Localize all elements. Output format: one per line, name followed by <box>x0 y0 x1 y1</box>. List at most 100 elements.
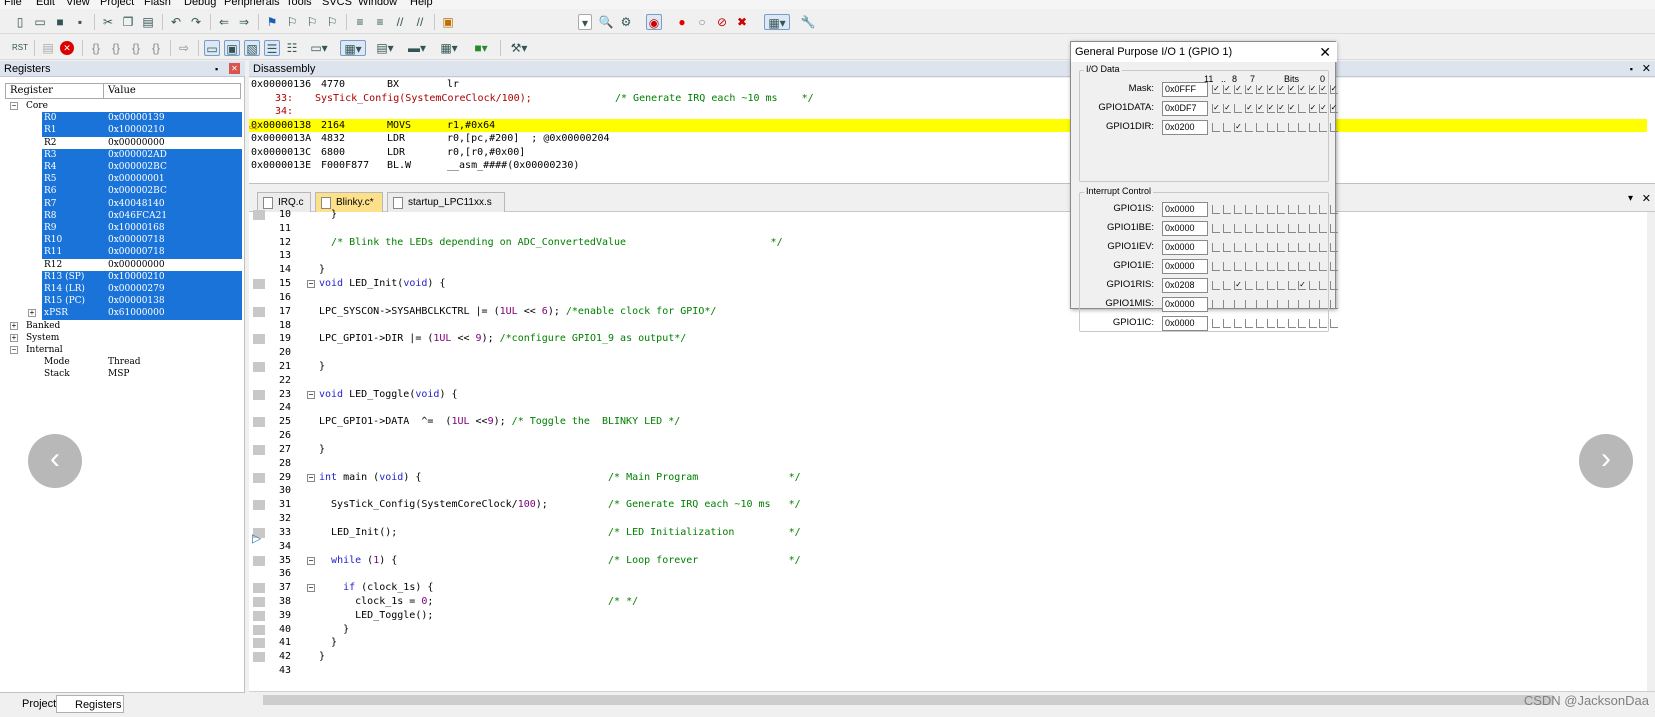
bit-checkbox[interactable] <box>1277 262 1285 271</box>
code-line[interactable]: 38 clock_1s = 0; /* */ <box>249 595 1629 609</box>
current-disasm-line[interactable]: 0x00000138 2164 MOVS r1,#0x64 <box>249 118 1647 132</box>
code-line[interactable]: 41 } <box>249 636 1629 650</box>
prev-arrow-icon[interactable]: ‹ <box>28 434 82 488</box>
disasm-line[interactable]: 34: <box>249 105 1647 119</box>
serial-window-dropdown-icon[interactable]: ▤▾ <box>372 40 398 56</box>
code-line[interactable]: 27} <box>249 443 1629 457</box>
bit-checkbox[interactable]: ✓ <box>1319 85 1327 94</box>
executable-line-marker[interactable] <box>253 444 265 455</box>
reset-icon[interactable]: RST <box>12 40 28 56</box>
register-row[interactable]: R7 0x40048140 <box>42 197 242 210</box>
executable-line-marker[interactable] <box>253 596 265 607</box>
fold-toggle-icon[interactable]: − <box>307 473 315 482</box>
bit-checkbox[interactable] <box>1223 123 1231 132</box>
bit-checkbox[interactable] <box>1287 281 1296 290</box>
bit-checkbox[interactable]: ✓ <box>1212 85 1220 94</box>
disasm-line[interactable]: 0x0000013C 6800 LDR r0,[r0,#0x00] <box>249 146 1647 160</box>
undo-icon[interactable]: ↶ <box>168 14 184 30</box>
bit-checkbox[interactable]: ✓ <box>1287 85 1296 94</box>
bit-checkbox[interactable] <box>1256 319 1264 328</box>
bit-checkbox[interactable] <box>1319 319 1327 328</box>
expand-toggle-icon[interactable]: + <box>10 333 18 342</box>
bit-checkbox[interactable] <box>1287 224 1296 233</box>
bit-checkbox[interactable]: ✓ <box>1329 85 1338 94</box>
run-icon[interactable]: ▤ <box>40 40 56 56</box>
bit-checkbox[interactable] <box>1329 262 1338 271</box>
call-stack-icon[interactable]: ☷ <box>284 40 300 56</box>
bit-checkbox[interactable] <box>1308 205 1317 214</box>
bit-checkbox[interactable] <box>1329 281 1338 290</box>
code-line[interactable]: 25 LPC_GPIO1->DATA ^= (1UL <<9); /* Toggl… <box>249 415 1629 429</box>
bit-checkbox[interactable] <box>1329 224 1338 233</box>
disable-breakpoint-icon[interactable]: ○ <box>694 14 710 30</box>
code-editor[interactable]: 10 } 11 12 /* Blink the LEDs depending on … <box>249 209 1647 691</box>
gpio-close-icon[interactable]: ✕ <box>1319 42 1331 62</box>
disasm-line[interactable]: 0x00000136 4770 BX lr <box>249 78 1647 92</box>
bit-checkbox[interactable]: ✓ <box>1234 281 1242 290</box>
bit-checkbox[interactable] <box>1298 262 1306 271</box>
bit-checkbox[interactable] <box>1319 243 1327 252</box>
register-row[interactable]: R10 0x00000718 <box>42 234 242 247</box>
code-line[interactable]: 11 <box>249 222 1629 236</box>
toolbox-dropdown-icon[interactable]: ⚒▾ <box>506 40 532 56</box>
register-row[interactable]: R6 0x000002BC <box>42 185 242 198</box>
bit-checkbox[interactable]: ✓ <box>1266 85 1275 94</box>
executable-line-marker[interactable] <box>253 389 265 400</box>
bit-checkbox[interactable]: ✓ <box>1319 104 1327 113</box>
code-line[interactable]: 19 LPC_GPIO1->DIR |= (1UL << 9); /*config… <box>249 332 1629 346</box>
nav-forward-icon[interactable]: ⇒ <box>236 14 252 30</box>
bit-checkbox[interactable] <box>1287 123 1296 132</box>
register-row[interactable]: R8 0x046FCA21 <box>42 209 242 222</box>
bit-checkbox[interactable] <box>1298 224 1306 233</box>
disasm-line[interactable]: 0x0000013E F000F877 BL.W __asm_####(0x00000… <box>249 159 1647 173</box>
gpio-register-value-field[interactable]: 0x0000 <box>1162 297 1208 312</box>
bit-checkbox[interactable] <box>1298 104 1306 113</box>
bit-checkbox[interactable]: ✓ <box>1212 104 1220 113</box>
step-icon[interactable]: {} <box>88 40 104 56</box>
step-out-icon[interactable]: {} <box>128 40 144 56</box>
bit-checkbox[interactable] <box>1256 224 1264 233</box>
executable-line-marker[interactable] <box>253 210 265 220</box>
gpio-register-value-field[interactable]: 0x0000 <box>1162 316 1208 331</box>
bit-checkbox[interactable] <box>1234 319 1242 328</box>
redo-icon[interactable]: ↷ <box>188 14 204 30</box>
bit-checkbox[interactable]: ✓ <box>1256 85 1264 94</box>
bit-checkbox[interactable] <box>1287 262 1296 271</box>
bit-checkbox[interactable] <box>1245 319 1253 328</box>
bit-checkbox[interactable] <box>1245 205 1253 214</box>
show-next-statement-icon[interactable]: ⇨ <box>176 40 192 56</box>
register-row[interactable]: Mode Thread <box>42 356 242 368</box>
next-bookmark-icon[interactable]: ⚐ <box>304 14 320 30</box>
code-line[interactable]: 28 <box>249 457 1629 471</box>
breakpoint-icon[interactable]: ● <box>674 14 690 30</box>
bit-checkbox[interactable] <box>1266 123 1275 132</box>
menu-help[interactable]: Help <box>410 0 433 9</box>
bit-checkbox[interactable] <box>1287 243 1296 252</box>
menu-view[interactable]: View <box>66 0 90 9</box>
register-row[interactable]: R0 0x00000139 <box>42 112 242 125</box>
close-registers-icon[interactable]: ✕ <box>229 63 240 74</box>
code-line[interactable]: 43 <box>249 664 1629 678</box>
bit-checkbox[interactable] <box>1319 300 1327 309</box>
bit-checkbox[interactable] <box>1287 205 1296 214</box>
stop-icon[interactable]: ✕ <box>60 41 74 55</box>
code-line[interactable]: 22 <box>249 374 1629 388</box>
bit-checkbox[interactable] <box>1287 319 1296 328</box>
bit-checkbox[interactable] <box>1319 262 1327 271</box>
analysis-window-dropdown-icon[interactable]: ▬▾ <box>404 40 430 56</box>
editor-horizontal-scrollbar[interactable] <box>249 691 1655 707</box>
gpio-register-value-field[interactable]: 0x0000 <box>1162 202 1208 217</box>
executable-line-marker[interactable] <box>253 334 265 345</box>
gpio-register-value-field[interactable]: 0x0208 <box>1162 278 1208 293</box>
bit-checkbox[interactable]: ✓ <box>1298 85 1306 94</box>
code-line[interactable]: 31 SysTick_Config(SystemCoreClock/100); … <box>249 498 1629 512</box>
windows-dropdown-icon[interactable]: ▦▾ <box>764 14 790 30</box>
code-line[interactable]: 35 − while (1) { /* Loop forever */ <box>249 554 1629 568</box>
bit-checkbox[interactable] <box>1212 262 1220 271</box>
expand-toggle-icon[interactable]: + <box>10 321 18 330</box>
tab-registers[interactable]: Registers <box>56 695 124 713</box>
gpio-register-value-field[interactable]: 0x0000 <box>1162 259 1208 274</box>
bit-checkbox[interactable] <box>1234 205 1242 214</box>
debug-session-icon[interactable]: ◉ <box>646 14 662 30</box>
close-tab-icon[interactable]: ✕ <box>1642 192 1651 205</box>
